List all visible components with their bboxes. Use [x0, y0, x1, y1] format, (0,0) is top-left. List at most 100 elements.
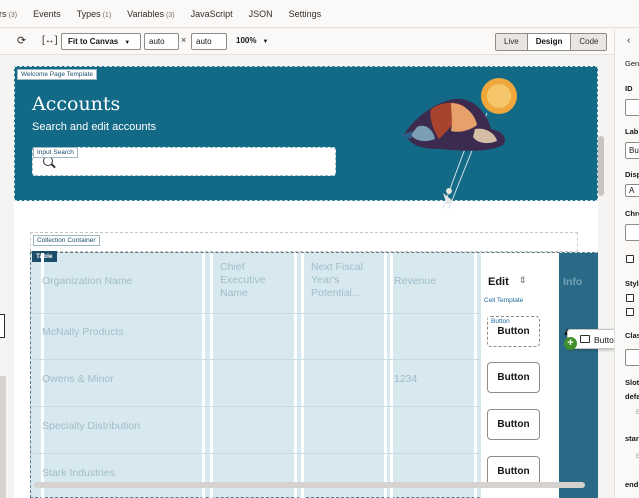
tab-settings[interactable]: Settings [281, 0, 330, 28]
illustration-image [401, 78, 517, 209]
welcome-page-template[interactable]: Welcome Page Template Accounts Search an… [14, 66, 598, 209]
style-label: Styl [625, 279, 639, 288]
class-field[interactable] [625, 349, 639, 366]
tab-types[interactable]: Types (1) [69, 0, 120, 28]
row-button[interactable]: Button [487, 409, 540, 440]
page-title: Accounts [32, 93, 121, 115]
chroming-select[interactable] [625, 224, 639, 241]
accounts-table[interactable]: Table Organization Name Chief Executive … [30, 251, 598, 498]
add-icon: + [564, 337, 577, 350]
chevron-down-icon: ▼ [262, 39, 269, 45]
tab-javascript[interactable]: JavaScript [183, 0, 241, 28]
zoom-value: 100% [236, 36, 257, 45]
canvas-toolbar: ⟳ [↔] Fit to Canvas ▼ auto × auto 100% ▼ L… [0, 29, 614, 55]
display-label: Disp [625, 170, 639, 179]
tab-label: rs [0, 8, 7, 19]
column-header-organization[interactable]: Organization Name [42, 275, 132, 288]
page-preview: Welcome Page Template Accounts Search an… [14, 66, 598, 498]
column-header-next-fiscal[interactable]: Next Fiscal Year's Potential... [311, 261, 381, 300]
column-header-info[interactable]: Info [563, 276, 582, 288]
row-divider [31, 453, 481, 454]
sort-icon[interactable]: ⇳ [519, 275, 527, 286]
component-chip: Table [32, 251, 57, 262]
component-chip: Input Search [33, 147, 78, 158]
label-field[interactable]: Bu [625, 142, 639, 159]
slot-label: Slot [625, 378, 639, 387]
tab-label: Events [33, 8, 61, 19]
component-chip: Welcome Page Template [17, 69, 98, 80]
properties-panel: ‹ Gen ID Lab Bu Disp A Chro Styl Clas Sl… [614, 29, 639, 498]
left-panel-edge [0, 314, 5, 338]
column-header-ceo[interactable]: Chief Executive Name [220, 261, 290, 300]
vertical-scrollbar[interactable] [598, 136, 604, 196]
option-checkbox[interactable] [626, 255, 634, 263]
row-divider [31, 359, 481, 360]
tab-label: Types [76, 8, 101, 19]
tab-count: (3) [8, 11, 18, 19]
row-divider [31, 406, 481, 407]
style-checkbox[interactable] [626, 308, 634, 316]
view-mode-switcher: Live Design Code [495, 33, 608, 51]
id-field[interactable] [625, 99, 639, 116]
class-label: Clas [625, 331, 639, 340]
page-subtitle: Search and edit accounts [32, 121, 157, 133]
column-header-edit[interactable]: Edit [488, 276, 509, 288]
tab-label: JavaScript [190, 8, 233, 19]
column-divider [202, 253, 205, 498]
column-divider [210, 253, 213, 498]
tab-label: JSON [248, 8, 273, 19]
mode-live[interactable]: Live [496, 34, 528, 50]
column-divider [294, 253, 297, 498]
component-chip: Cell Template [484, 297, 524, 304]
column-divider [301, 253, 304, 498]
tab-slots[interactable]: rs (3) [0, 0, 25, 28]
fit-select-value: Fit to Canvas [68, 37, 119, 46]
chevron-down-icon: ▼ [124, 40, 131, 46]
edit-column: Edit ⇳ Cell Template Button Button Butto… [481, 253, 559, 498]
horizontal-scrollbar[interactable] [34, 482, 585, 488]
column-divider [384, 253, 387, 498]
tab-json[interactable]: JSON [241, 0, 281, 28]
label-field-label: Lab [625, 127, 639, 136]
tab-events[interactable]: Events [25, 0, 69, 28]
column-divider [474, 253, 477, 498]
display-select[interactable]: A [625, 184, 639, 197]
column-header-revenue[interactable]: Revenue [394, 275, 436, 288]
table-cell-org: Stark Industries [42, 467, 115, 479]
design-canvas: Welcome Page Template Accounts Search an… [0, 56, 614, 498]
tab-count: (1) [102, 11, 112, 19]
collection-container[interactable]: Collection Container [30, 232, 578, 252]
table-cell-org: McNally Products [42, 326, 124, 338]
panel-section-tab[interactable]: Gen [625, 59, 639, 68]
mode-design[interactable]: Design [527, 34, 572, 50]
refresh-icon[interactable]: ⟳ [17, 34, 26, 47]
info-column: Info [559, 253, 598, 498]
style-checkbox[interactable] [626, 294, 634, 302]
default-slot-label: defa [625, 392, 639, 401]
chevron-left-icon[interactable]: ‹ [627, 35, 630, 46]
zoom-select[interactable]: 100% ▼ [236, 36, 268, 45]
mode-code[interactable]: Code [571, 34, 607, 50]
tab-variables[interactable]: Variables (3) [119, 0, 182, 28]
component-chip: Button [488, 317, 513, 326]
expand-width-icon[interactable]: [↔] [42, 35, 58, 46]
table-cell-org: Specialty Distribution [42, 420, 141, 432]
row-divider [31, 313, 481, 314]
row-button[interactable]: Button [487, 362, 540, 393]
chroming-label: Chro [625, 209, 639, 218]
table-cell-org: Owens & Minor [42, 373, 114, 385]
dimension-separator: × [181, 35, 187, 45]
start-slot-label: star [625, 434, 639, 443]
button-component-icon [580, 335, 590, 343]
left-panel-edge [0, 376, 6, 498]
id-label: ID [625, 84, 633, 93]
table-cell-revenue: 1234 [394, 373, 418, 385]
tab-label: Settings [288, 8, 322, 19]
fit-to-canvas-select[interactable]: Fit to Canvas ▼ [61, 33, 141, 50]
canvas-height-input[interactable]: auto [191, 33, 227, 50]
canvas-width-input[interactable]: auto [144, 33, 179, 50]
end-slot-label: end [625, 480, 639, 489]
designer-tab-bar: rs (3) Events Types (1) Variables (3) JavaS… [0, 0, 639, 28]
tab-label: Variables [127, 8, 165, 19]
tab-count: (3) [166, 11, 175, 19]
